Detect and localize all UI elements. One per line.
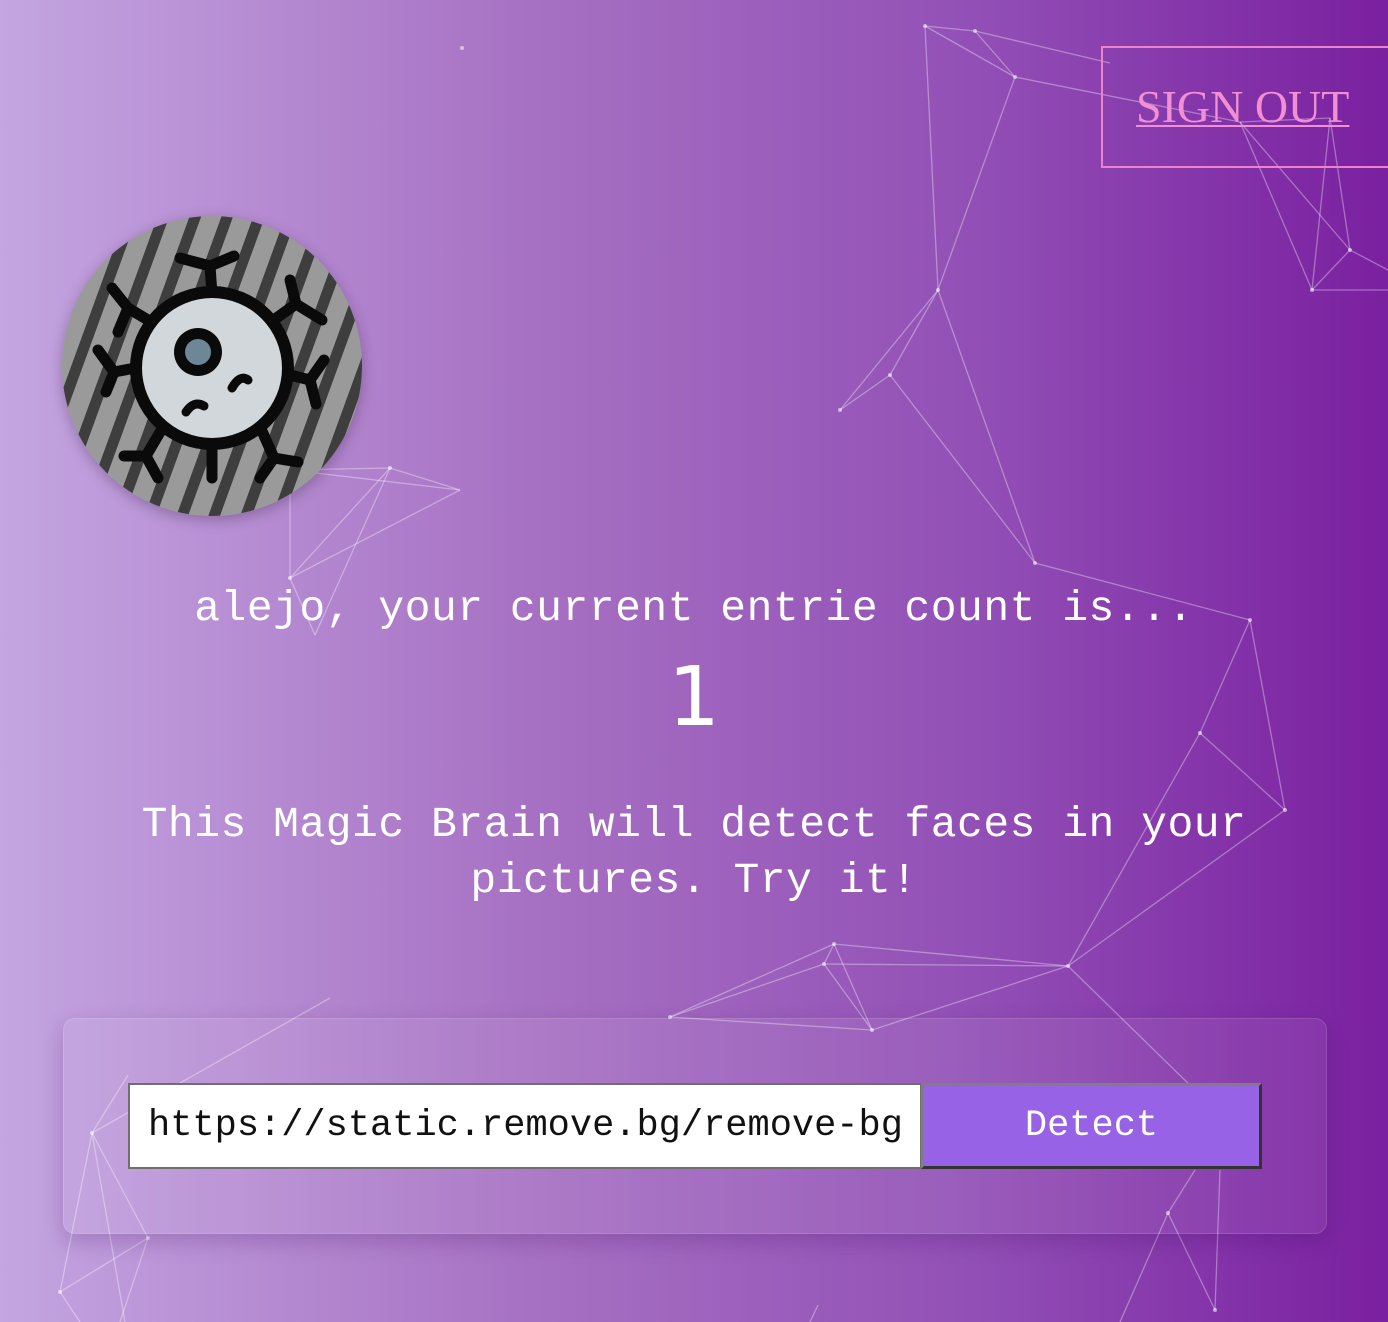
image-url-input[interactable] [128,1083,922,1169]
detect-button[interactable]: Detect [921,1083,1262,1169]
intro-text: This Magic Brain will detect faces in yo… [141,800,1247,905]
entry-count-value: 1 [667,650,721,745]
brain-cell-icon [62,216,362,516]
brain-logo [62,216,362,516]
sign-out-link[interactable]: SIGN OUT [1136,80,1349,133]
entry-count-greeting: alejo, your current entrie count is... [194,584,1194,633]
